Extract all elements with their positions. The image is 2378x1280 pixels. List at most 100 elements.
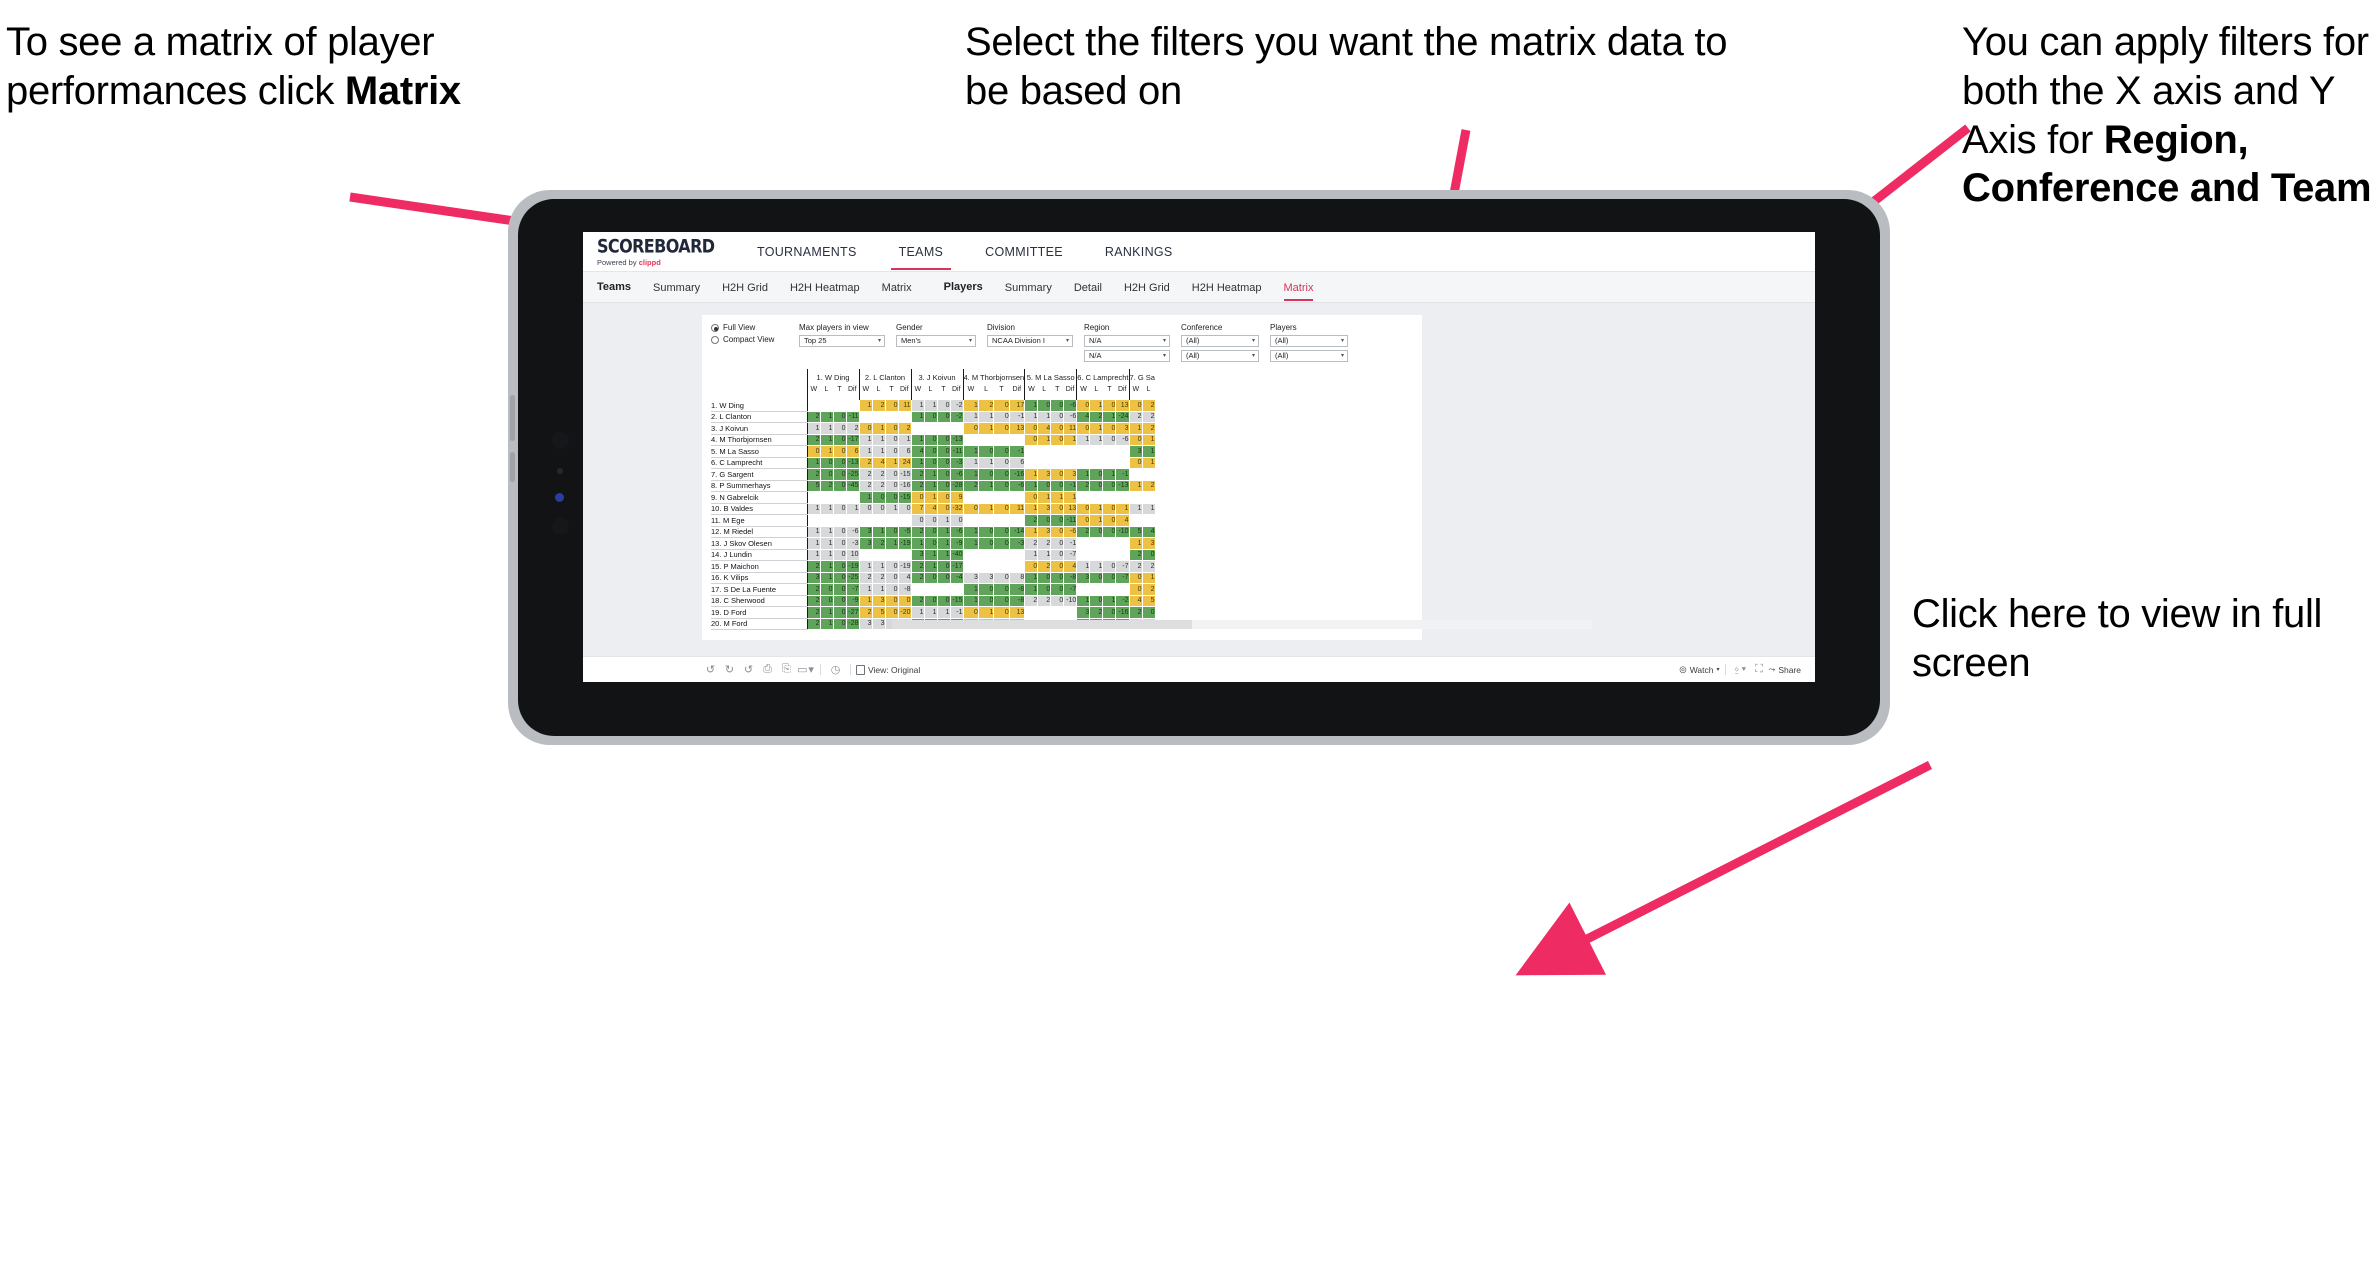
matrix-cell[interactable] xyxy=(846,399,860,412)
matrix-cell[interactable]: -40 xyxy=(950,549,964,561)
matrix-cell[interactable]: 0 xyxy=(978,537,995,550)
matrix-cell[interactable]: -1 xyxy=(1009,411,1026,423)
matrix-cell[interactable]: 0 xyxy=(833,526,847,538)
matrix-cell[interactable]: 3 xyxy=(806,572,821,584)
matrix-cell[interactable]: 0 xyxy=(833,595,847,607)
matrix-cell[interactable]: 0 xyxy=(937,411,951,423)
matrix-cell[interactable] xyxy=(1076,537,1091,550)
matrix-cell[interactable]: 1 xyxy=(962,399,979,412)
matrix-cell[interactable]: 2 xyxy=(1142,411,1156,423)
division-select[interactable]: NCAA Division I ▾ xyxy=(987,334,1073,347)
matrix-cell[interactable] xyxy=(885,549,899,561)
max-players-select[interactable]: Top 25 ▾ xyxy=(799,334,885,347)
chevron-down-icon[interactable]: ▾ xyxy=(1341,352,1344,359)
matrix-cell[interactable]: 0 xyxy=(885,468,899,481)
matrix-cell[interactable]: 1 xyxy=(1024,480,1039,492)
matrix-cell[interactable]: 1 xyxy=(1128,503,1143,515)
matrix-cell[interactable]: 1 xyxy=(1142,572,1156,584)
matrix-cell[interactable]: -25 xyxy=(846,572,860,584)
matrix-cell[interactable]: -14 xyxy=(1009,526,1026,538)
matrix-cell[interactable]: 0 xyxy=(962,422,979,435)
matrix-cell[interactable]: 1 xyxy=(978,480,995,492)
matrix-cell[interactable] xyxy=(820,399,834,412)
matrix-cell[interactable]: 1 xyxy=(820,618,834,630)
matrix-cell[interactable]: 2 xyxy=(858,572,873,584)
matrix-cell[interactable]: -6 xyxy=(1063,399,1078,412)
matrix-cell[interactable]: -2 xyxy=(950,399,964,412)
matrix-cell[interactable]: 0 xyxy=(1142,606,1156,619)
matrix-cell[interactable]: 0 xyxy=(1076,422,1091,435)
matrix-cell[interactable]: 1 xyxy=(820,445,834,458)
matrix-cell[interactable]: 2 xyxy=(820,480,834,492)
matrix-cell[interactable]: 11 xyxy=(898,399,912,412)
matrix-cell[interactable]: 0 xyxy=(1050,468,1065,481)
matrix-cell[interactable]: 1 xyxy=(1128,422,1143,435)
matrix-cell[interactable]: 0 xyxy=(1102,422,1117,435)
matrix-cell[interactable]: 1 xyxy=(820,606,834,619)
matrix-cell[interactable]: -8 xyxy=(1009,583,1026,596)
matrix-cell[interactable]: 2 xyxy=(1142,422,1156,435)
matrix-cell[interactable]: 2 xyxy=(1024,537,1039,550)
matrix-cell[interactable]: 1 xyxy=(1076,468,1091,481)
matrix-cell[interactable]: 7 xyxy=(910,503,925,515)
matrix-cell[interactable]: 0 xyxy=(885,560,899,573)
matrix-cell[interactable]: 3 xyxy=(1076,572,1091,584)
matrix-cell[interactable]: 0 xyxy=(1050,480,1065,492)
matrix-cell[interactable] xyxy=(833,491,847,504)
matrix-cell[interactable] xyxy=(962,491,979,504)
matrix-cell[interactable]: -6 xyxy=(1063,411,1078,423)
matrix-cell[interactable]: 2 xyxy=(1128,606,1143,619)
matrix-cell[interactable]: 1 xyxy=(858,491,873,504)
matrix-cell[interactable]: 0 xyxy=(937,399,951,412)
matrix-cell[interactable]: 0 xyxy=(1089,480,1104,492)
matrix-cell[interactable]: -17 xyxy=(846,434,860,446)
matrix-cell[interactable]: 0 xyxy=(937,457,951,469)
matrix-cell[interactable]: 2 xyxy=(806,618,821,630)
matrix-cell[interactable]: 1 xyxy=(898,434,912,446)
matrix-cell[interactable]: -7 xyxy=(1063,549,1078,561)
matrix-cell[interactable]: 1 xyxy=(1024,572,1039,584)
matrix-cell[interactable]: 0 xyxy=(1050,537,1065,550)
table-row[interactable]: 6. C Lamprecht 1 0 0 -13 2 4 1 24 1 0 0 -3 1 1 0 6 0 1 xyxy=(711,457,1156,469)
matrix-cell[interactable] xyxy=(1142,491,1156,504)
matrix-cell[interactable]: 1 xyxy=(885,457,899,469)
table-row[interactable]: 16. K Vilips 3 1 0 -25 2 2 0 4 2 0 0 -4 3 3 0 8 1 0 0 -8 3 0 0-… xyxy=(711,572,1156,584)
matrix-cell[interactable]: 1 xyxy=(872,434,886,446)
matrix-cell[interactable] xyxy=(1037,457,1052,469)
matrix-cell[interactable] xyxy=(978,514,995,527)
matrix-cell[interactable] xyxy=(924,422,938,435)
topnav-item-committee[interactable]: COMMITTEE xyxy=(985,233,1063,270)
matrix-cell[interactable]: 1 xyxy=(820,422,834,435)
matrix-cell[interactable]: 1 xyxy=(1089,514,1104,527)
table-row[interactable]: 17. S De La Fuente 2 0 0 -7 1 1 0 -8 1 0 0 -8 1 0 0 -7 0 2 xyxy=(711,583,1156,596)
matrix-cell[interactable]: 2 xyxy=(846,422,860,435)
matrix-cell[interactable]: 4 xyxy=(1128,595,1143,607)
matrix-cell[interactable] xyxy=(978,434,995,446)
players-y-select[interactable]: (All) ▾ xyxy=(1270,349,1348,362)
matrix-cell[interactable]: 3 xyxy=(1076,606,1091,619)
matrix-cell[interactable] xyxy=(846,491,860,504)
matrix-cell[interactable]: -6 xyxy=(846,526,860,538)
matrix-cell[interactable]: -28 xyxy=(950,480,964,492)
matrix-cell[interactable] xyxy=(833,514,847,527)
matrix-cell[interactable]: 0 xyxy=(833,434,847,446)
matrix-cell[interactable]: -8 xyxy=(1009,595,1026,607)
matrix-cell[interactable]: 0 xyxy=(1024,491,1039,504)
matrix-cell[interactable]: -11 xyxy=(950,445,964,458)
matrix-cell[interactable]: 1 xyxy=(962,583,979,596)
matrix-cell[interactable]: 3 xyxy=(858,537,873,550)
matrix-cell[interactable]: 1 xyxy=(846,503,860,515)
matrix-cell[interactable]: -16 xyxy=(898,480,912,492)
matrix-cell[interactable]: 0 xyxy=(993,526,1010,538)
matrix-cell[interactable]: 0 xyxy=(1037,399,1052,412)
matrix-cell[interactable]: 1 xyxy=(858,595,873,607)
matrix-cell[interactable]: -8 xyxy=(1063,572,1078,584)
share-button[interactable]: ⤳ Share xyxy=(1769,664,1802,675)
matrix-cell[interactable]: 2 xyxy=(910,595,925,607)
matrix-cell[interactable]: 1 xyxy=(820,411,834,423)
matrix-cell[interactable]: 0 xyxy=(1128,572,1143,584)
matrix-cell[interactable]: 0 xyxy=(924,411,938,423)
matrix-cell[interactable]: 11 xyxy=(1009,503,1026,515)
matrix-cell[interactable]: 1 xyxy=(924,491,938,504)
matrix-cell[interactable]: 0 xyxy=(978,445,995,458)
